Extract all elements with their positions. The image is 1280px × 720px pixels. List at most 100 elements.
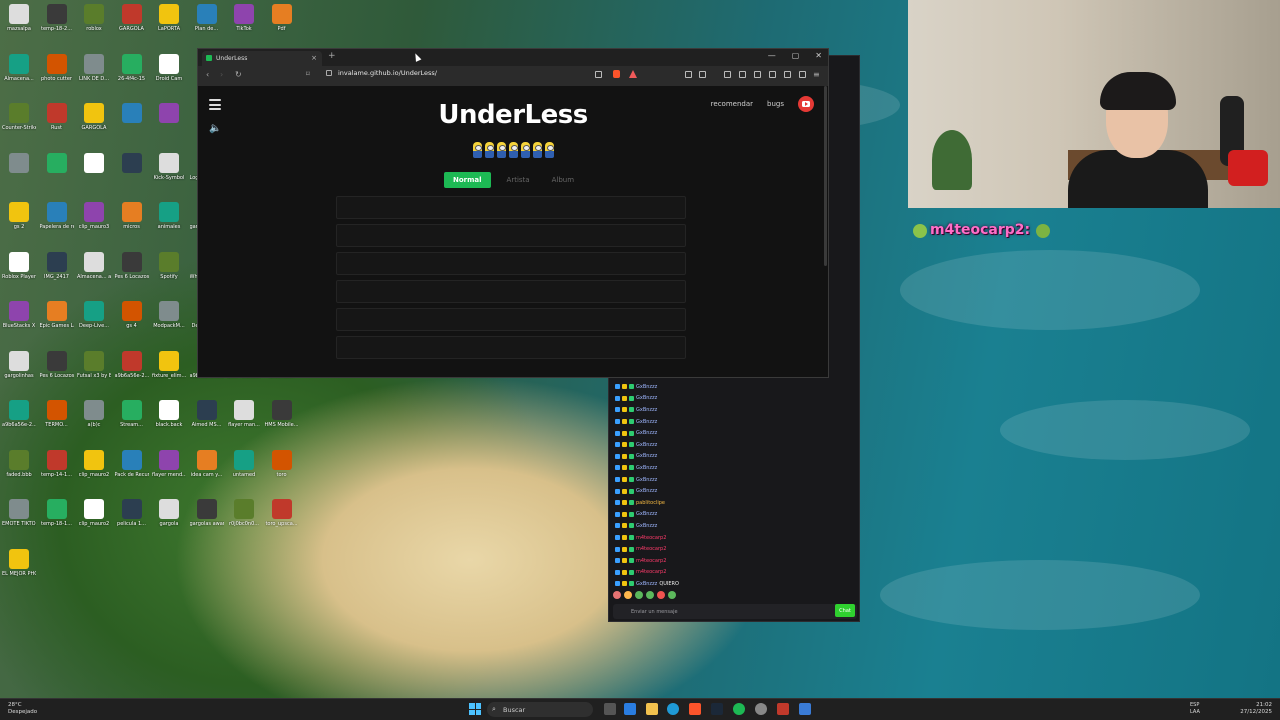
desktop-icon[interactable]: Papelera de reciclaje xyxy=(40,202,74,232)
desktop-icon[interactable]: flayer mend... xyxy=(152,449,186,480)
desktop-icon[interactable]: black.back xyxy=(152,400,186,430)
chat-username[interactable]: GxBnzzz xyxy=(636,465,657,471)
desktop-icon[interactable]: idea cam y... xyxy=(190,449,224,480)
scrollbar[interactable] xyxy=(824,86,827,266)
result-slot[interactable] xyxy=(336,308,686,331)
desktop-icon[interactable]: LINK DE D... xyxy=(77,53,111,84)
brave-rewards-icon[interactable] xyxy=(629,70,637,78)
desktop-icon[interactable]: Stream... xyxy=(115,400,149,430)
desktop-icon[interactable]: a9b6a56e-2... xyxy=(115,350,149,381)
chat-username[interactable]: GxBnzzz xyxy=(636,523,657,529)
desktop-icon[interactable]: mazsalpa xyxy=(2,4,36,34)
desktop-icon[interactable]: toro xyxy=(265,449,299,480)
desktop-icon[interactable]: gargola xyxy=(152,499,186,529)
extension-icon[interactable] xyxy=(699,71,706,78)
desktop-icon[interactable] xyxy=(115,152,149,183)
brave-icon[interactable] xyxy=(689,703,701,715)
chat-username[interactable]: GxBnzzz xyxy=(636,407,657,413)
result-slot[interactable] xyxy=(336,196,686,219)
desktop-icon[interactable]: gargolinhas xyxy=(2,350,36,381)
chat-username[interactable]: GxBnzzz xyxy=(636,430,657,436)
chat-send-button[interactable]: Chat xyxy=(835,604,855,617)
reload-icon[interactable]: ↻ xyxy=(235,70,242,79)
desktop-icon[interactable]: EL MEJOR PHONE xyxy=(2,548,36,579)
desktop-icon[interactable]: gargolas awards xyxy=(190,499,224,529)
edge-icon[interactable] xyxy=(667,703,679,715)
desktop-icon[interactable]: clip_mauro2 xyxy=(77,499,111,529)
chat-username[interactable]: GxBnzzz xyxy=(636,453,657,459)
desktop-icon[interactable]: Pack de Recursos xyxy=(115,449,149,480)
desktop-icon[interactable]: Droid Cam xyxy=(152,53,186,84)
chat-username[interactable]: m4teocarp2 xyxy=(636,569,666,575)
desktop-icon[interactable]: TERMO... xyxy=(40,400,74,430)
desktop-icon[interactable]: Roblox Player xyxy=(2,251,36,282)
mode-album-button[interactable]: Album xyxy=(546,173,580,187)
result-slot[interactable] xyxy=(336,280,686,303)
desktop-icon[interactable] xyxy=(115,103,149,133)
desktop-icon[interactable]: pelicula 1... xyxy=(115,499,149,529)
extension-icon[interactable] xyxy=(739,71,746,78)
steam-icon[interactable] xyxy=(711,703,723,715)
extension-icon[interactable] xyxy=(685,71,692,78)
desktop-icon[interactable]: Futsal x3 by Bazinga Fro... xyxy=(77,350,111,381)
clock[interactable]: 21:02 27/12/2025 xyxy=(1240,702,1272,716)
desktop-icon[interactable]: IMG_2417 xyxy=(40,251,74,282)
browser-window[interactable]: UnderLess × + — ▢ ✕ ‹ › ↻ ⌑ invalame.git… xyxy=(197,48,829,378)
minimize-button[interactable]: — xyxy=(768,51,776,60)
desktop-icon[interactable]: a9b6a56e-2... xyxy=(2,400,36,430)
desktop-icon[interactable]: clip_mauro3 xyxy=(77,202,111,232)
emote-icon[interactable] xyxy=(624,591,632,599)
emote-icon[interactable] xyxy=(657,591,665,599)
obs-icon[interactable] xyxy=(755,703,767,715)
desktop-icon[interactable]: GARGOLA xyxy=(115,4,149,34)
desktop-icon[interactable]: Almacena... xyxy=(2,53,36,84)
close-button[interactable]: ✕ xyxy=(815,51,822,60)
desktop-icon[interactable]: micros xyxy=(115,202,149,232)
desktop-icon[interactable]: LaPORTA xyxy=(152,4,186,34)
desktop-icon[interactable]: a(b)c xyxy=(77,400,111,430)
file-explorer-icon[interactable] xyxy=(646,703,658,715)
shield-icon[interactable] xyxy=(799,71,806,78)
desktop-icon[interactable]: temp-14-1... xyxy=(40,449,74,480)
desktop-icon[interactable]: Rust xyxy=(40,103,74,133)
bookmark-icon[interactable]: ⌑ xyxy=(306,70,310,78)
desktop-icon[interactable]: EMOTE TIKTOK xyxy=(2,499,36,529)
url-text[interactable]: invalame.github.io/UnderLess/ xyxy=(338,69,437,77)
chat-username[interactable]: GxBnzzz xyxy=(636,477,657,483)
taskbar-search[interactable]: ⌕ Buscar xyxy=(487,702,593,717)
desktop-icon[interactable]: gs 4 xyxy=(115,301,149,331)
desktop-icon[interactable]: untamed xyxy=(227,449,261,480)
chat-username[interactable]: GxBnzzz xyxy=(636,419,657,425)
desktop-icon[interactable] xyxy=(77,152,111,183)
widgets-icon[interactable] xyxy=(624,703,636,715)
desktop-icon[interactable]: BlueStacks X xyxy=(2,301,36,331)
site-info-icon[interactable] xyxy=(326,70,332,76)
desktop-icon[interactable]: TikTok xyxy=(227,4,261,34)
desktop-icon[interactable]: HMS Mobile... xyxy=(265,400,299,430)
chat-username[interactable]: m4teocarp2 xyxy=(636,535,666,541)
chat-username[interactable]: m4teocarp2 xyxy=(636,558,666,564)
emote-icon[interactable] xyxy=(668,591,676,599)
maximize-button[interactable]: ▢ xyxy=(792,51,800,60)
app-icon[interactable] xyxy=(799,703,811,715)
chat-username[interactable]: GxBnzzz xyxy=(636,384,657,390)
desktop-icon[interactable] xyxy=(152,103,186,133)
chat-username[interactable]: GxBnzzz xyxy=(636,442,657,448)
desktop-icon[interactable]: temp-18-1... xyxy=(40,499,74,529)
chat-emote-bar[interactable] xyxy=(613,591,676,601)
back-icon[interactable]: ‹ xyxy=(206,70,209,79)
language-indicator[interactable]: ESP LAA xyxy=(1190,702,1200,716)
desktop-icon[interactable]: fixture_elim... xyxy=(152,350,186,381)
emote-icon[interactable] xyxy=(646,591,654,599)
desktop-icon[interactable]: photo cutter xyxy=(40,53,74,84)
emote-icon[interactable] xyxy=(613,591,621,599)
desktop-icon[interactable]: Plan de... xyxy=(190,4,224,34)
new-tab-button[interactable]: + xyxy=(328,51,336,61)
desktop-icon[interactable]: ModpackM... xyxy=(152,301,186,331)
desktop-icon[interactable]: Almacena... automatic... xyxy=(77,251,111,282)
desktop-icon[interactable] xyxy=(40,152,74,183)
chat-username[interactable]: GxBnzzz xyxy=(636,488,657,494)
weather-widget[interactable]: 28°C Despejado xyxy=(8,702,37,716)
tab-close-icon[interactable]: × xyxy=(311,54,317,62)
desktop-icon[interactable]: gs 2 xyxy=(2,202,36,232)
